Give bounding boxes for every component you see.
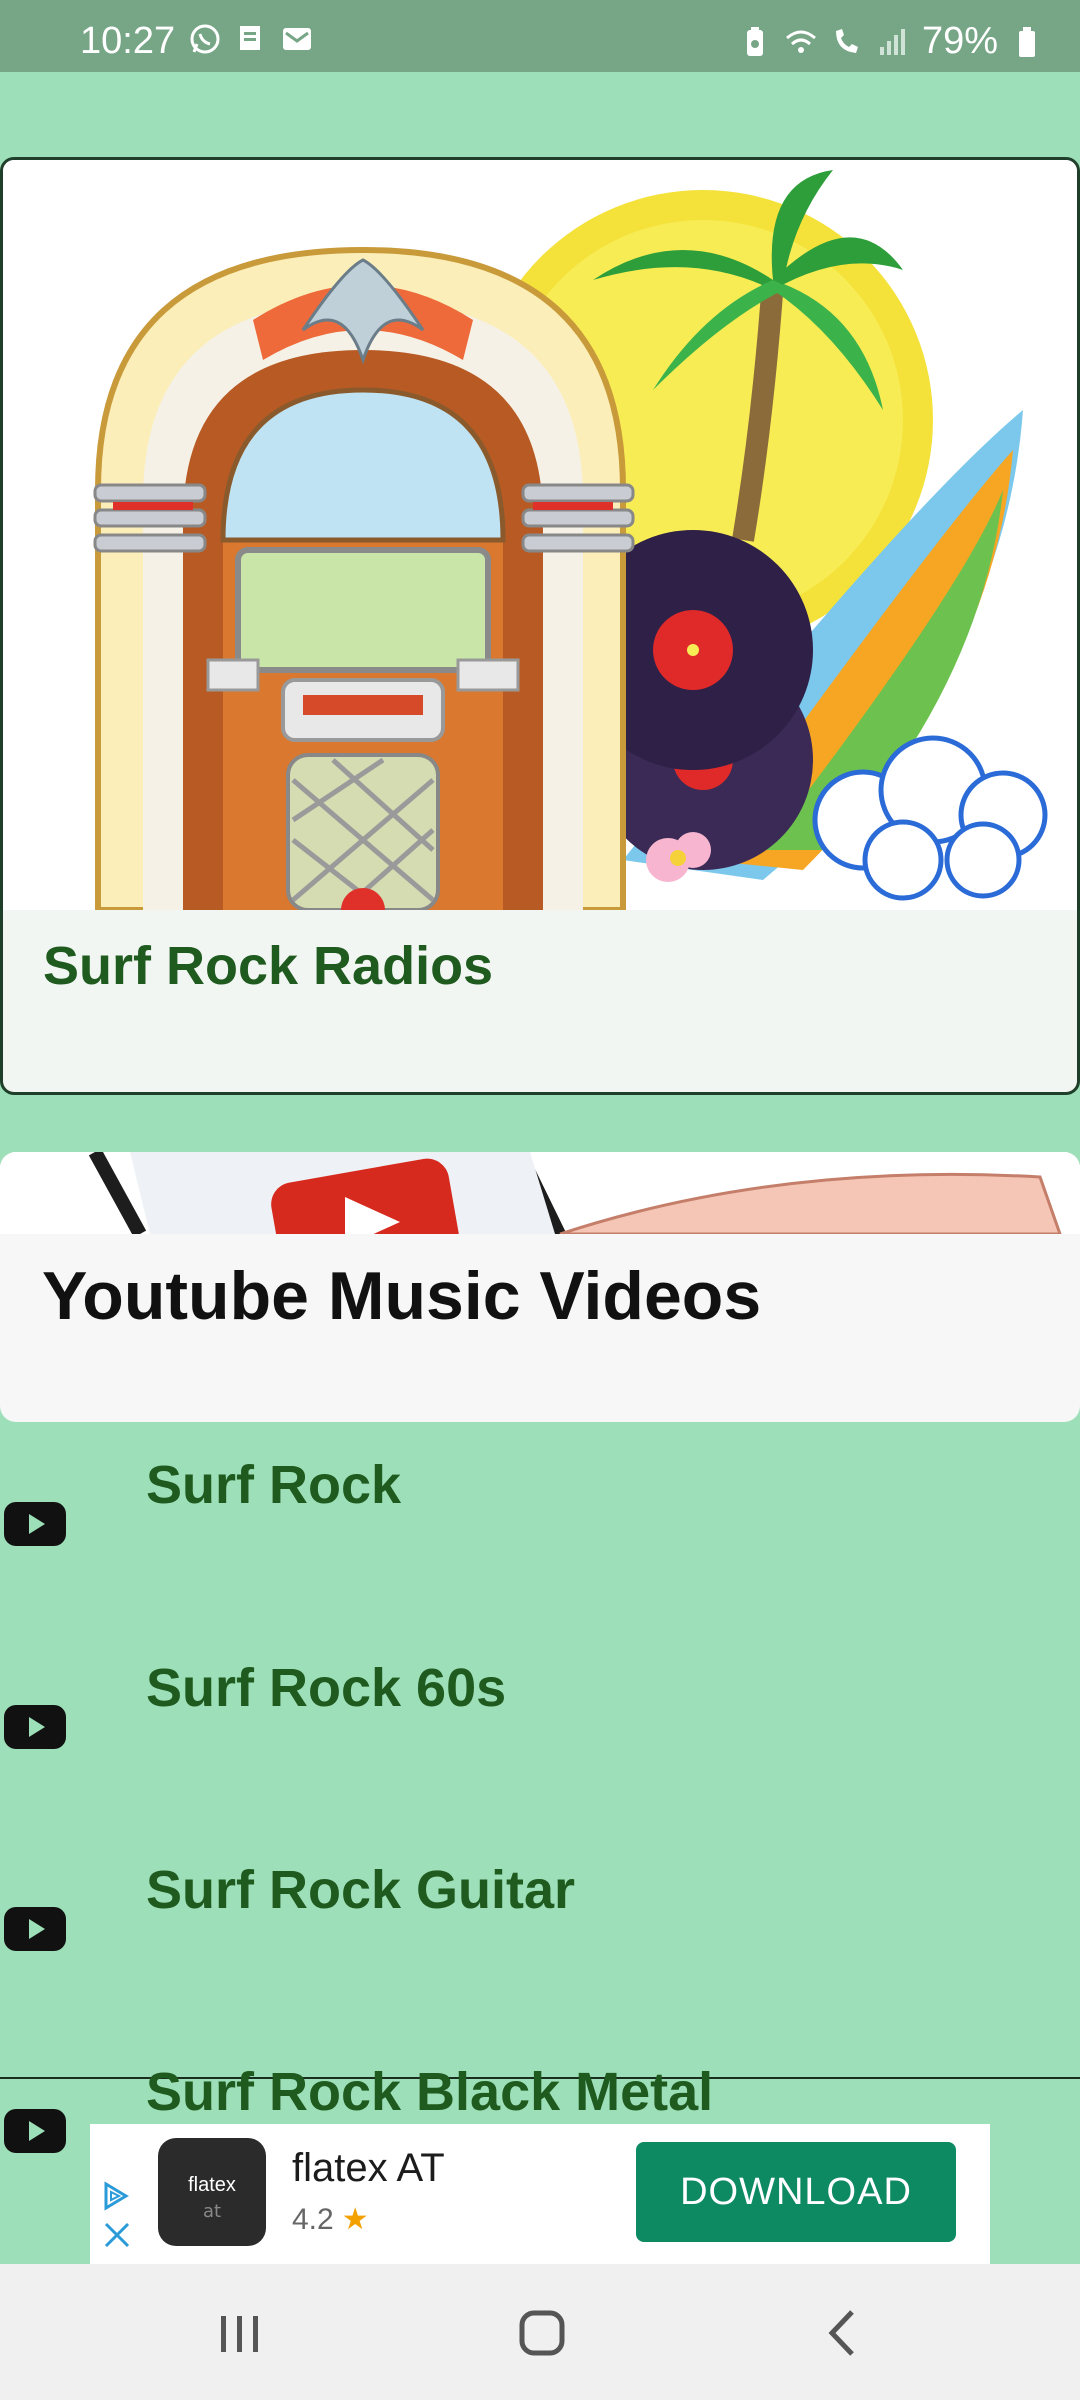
back-icon[interactable] [810, 2298, 880, 2368]
mail-icon [283, 28, 311, 50]
recents-icon[interactable] [205, 2298, 275, 2368]
signal-icon [879, 28, 905, 55]
youtube-play-icon [4, 1502, 66, 1546]
video-label: Surf Rock 60s [146, 1658, 507, 1718]
notification-icons [188, 22, 314, 56]
radio-card[interactable]: Surf Rock Radios [0, 157, 1080, 1095]
video-label: Surf Rock [146, 1455, 402, 1515]
navigation-bar [0, 2264, 1080, 2400]
video-label: Surf Rock Black Metal [146, 2062, 714, 2122]
jukebox-surf-image [93, 170, 1048, 932]
youtube-card[interactable]: Youtube Music Videos [0, 1152, 1080, 1422]
system-icons: 79% [738, 20, 1044, 63]
video-item[interactable]: Surf Rock Guitar [0, 1845, 1080, 2045]
status-time: 10:27 [80, 20, 176, 62]
youtube-play-icon [4, 2109, 66, 2153]
video-item[interactable]: Surf Rock [0, 1440, 1080, 1640]
download-button[interactable]: DOWNLOAD [636, 2142, 956, 2242]
battery-percent: 79% [921, 20, 998, 62]
wifi-calling-icon [835, 28, 858, 53]
youtube-play-icon [4, 1907, 66, 1951]
ad-app-logo: flatex at [158, 2138, 266, 2246]
whatsapp-icon [190, 24, 220, 54]
ad-logo-sub: at [202, 2201, 222, 2222]
status-bar: 10:27 79% [0, 0, 1080, 72]
battery-icon [1019, 26, 1035, 57]
ad-banner[interactable]: flatex at flatex AT 4.2 ★ DOWNLOAD [90, 2124, 990, 2264]
ad-info-icon[interactable] [100, 2180, 132, 2212]
ad-logo-text: flatex [188, 2174, 236, 2196]
ad-close-icon[interactable] [102, 2220, 132, 2250]
video-label: Surf Rock Guitar [146, 1860, 576, 1920]
youtube-banner-image [0, 1152, 1080, 1234]
wifi-icon [785, 30, 816, 53]
battery-saver-icon [746, 26, 763, 56]
ad-rating-value: 4.2 [292, 2203, 334, 2236]
video-item[interactable]: Surf Rock 60s [0, 1643, 1080, 1843]
youtube-play-icon [4, 1705, 66, 1749]
ad-rating: 4.2 ★ [292, 2202, 369, 2237]
jukebox-illustration [3, 160, 1077, 932]
radio-card-title: Surf Rock Radios [43, 936, 494, 996]
ad-app-name: flatex AT [292, 2146, 445, 2190]
youtube-card-title: Youtube Music Videos [42, 1258, 762, 1334]
star-icon: ★ [341, 2203, 369, 2236]
home-icon[interactable] [507, 2298, 577, 2368]
notes-icon [240, 26, 260, 50]
